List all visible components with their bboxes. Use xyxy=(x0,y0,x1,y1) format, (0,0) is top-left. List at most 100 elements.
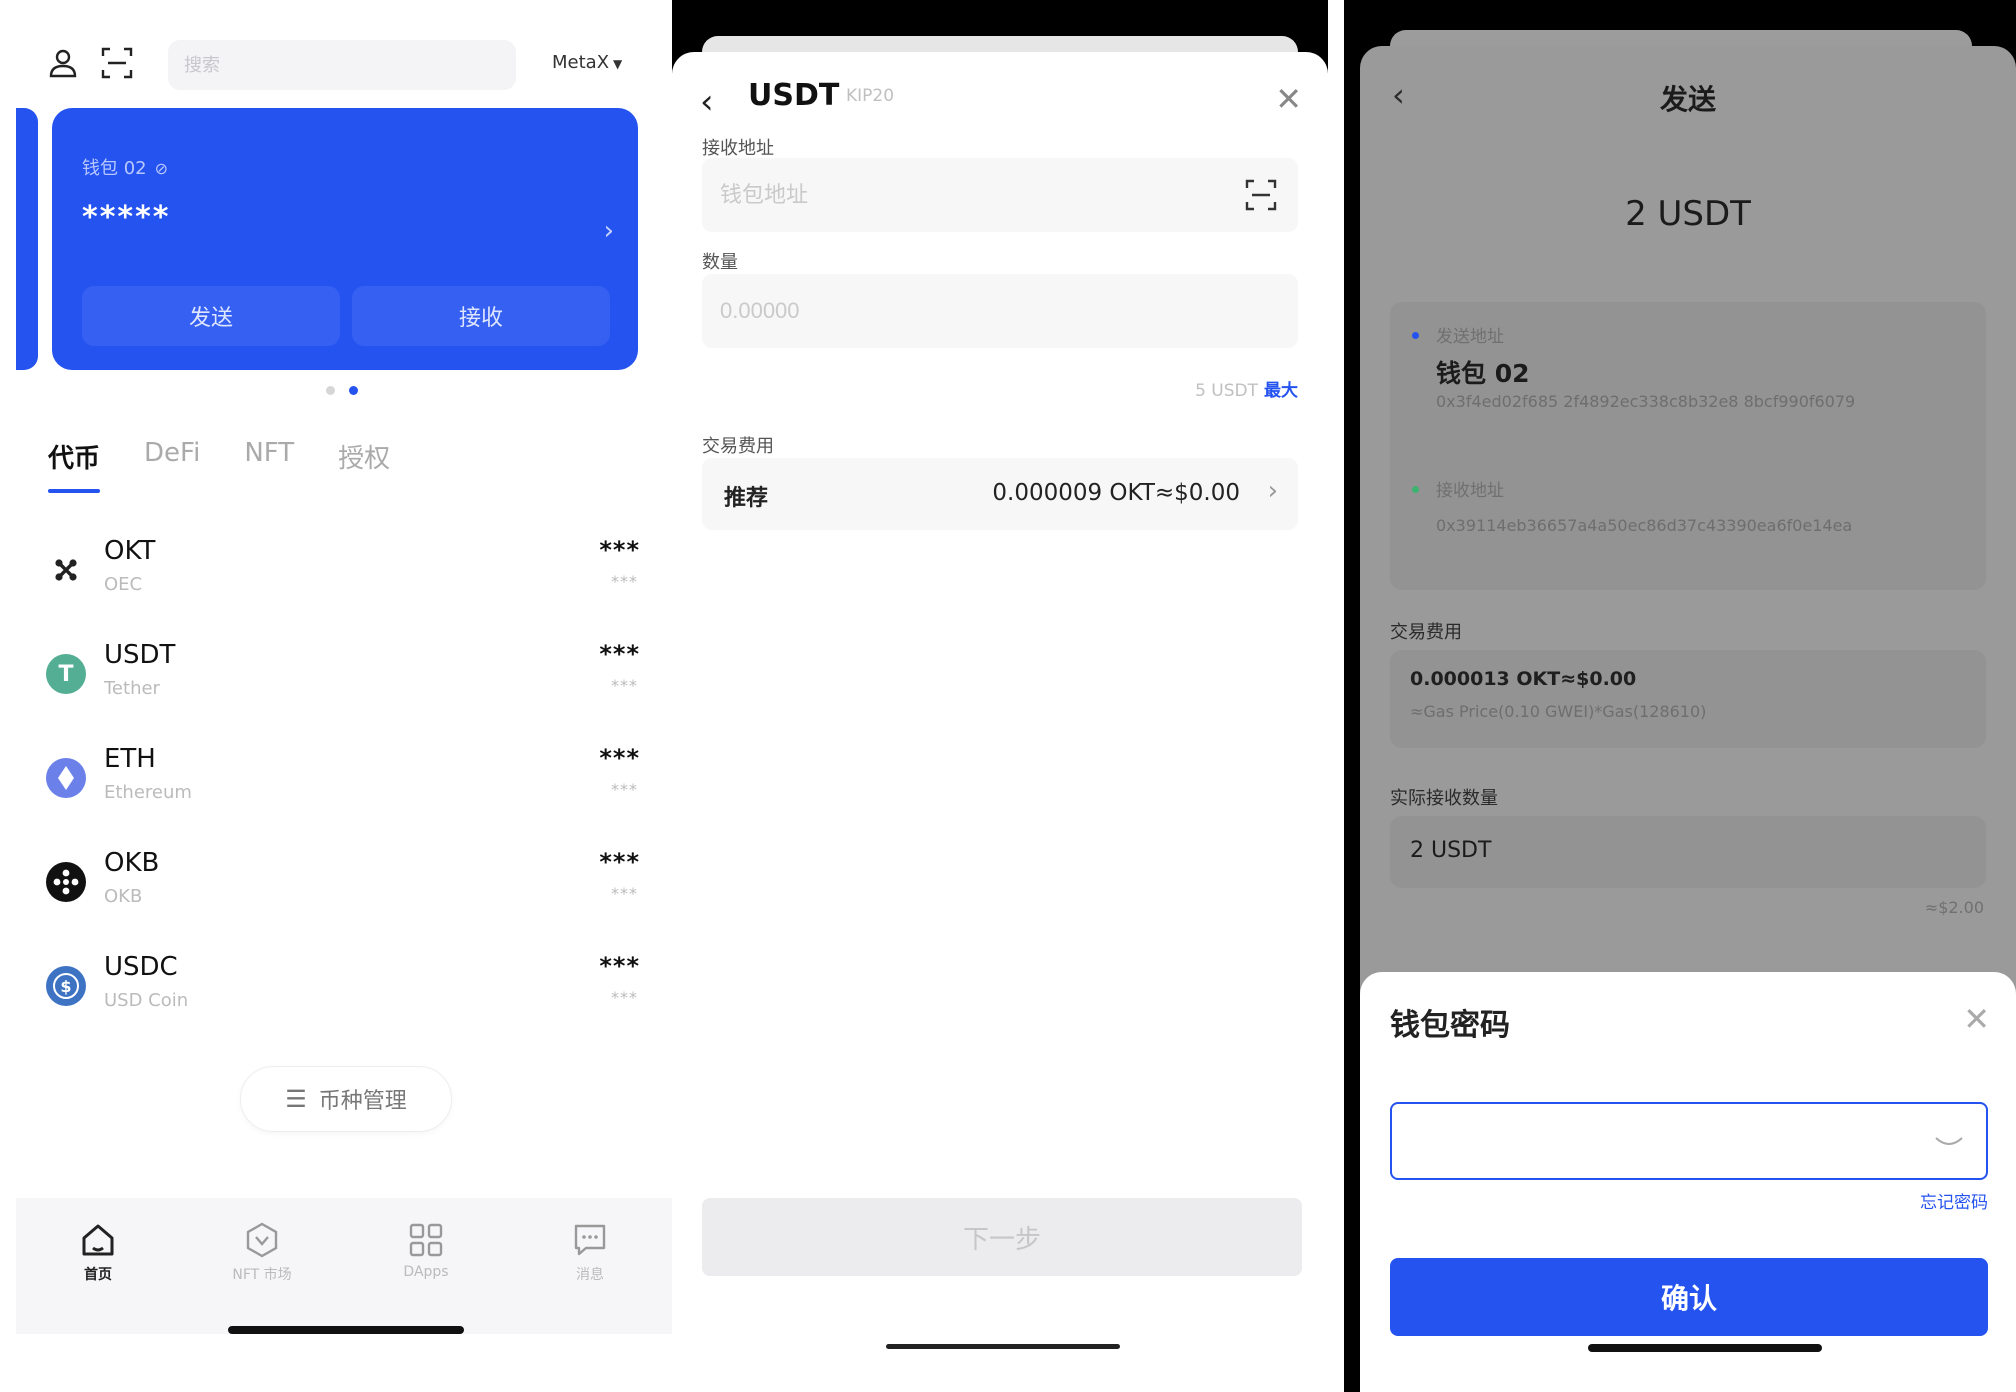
token-symbol: USDT xyxy=(104,640,176,670)
token-chain: OKB xyxy=(104,886,143,907)
recipient-address-input[interactable] xyxy=(702,158,1298,232)
receive-button[interactable]: 接收 xyxy=(352,286,610,346)
scan-icon[interactable] xyxy=(100,46,134,80)
token-row-usdc[interactable]: $ USDC USD Coin *** *** xyxy=(40,942,650,1046)
to-address: 0x39114eb36657a4a50ec86d37c43390ea6f0e14… xyxy=(1436,516,1853,535)
receive-value: 2 USDT xyxy=(1410,838,1492,863)
to-label: 接收地址 xyxy=(1436,481,1504,501)
ethereum-icon xyxy=(46,758,86,798)
home-indicator xyxy=(1588,1344,1822,1352)
from-bullet xyxy=(1412,332,1419,339)
message-icon xyxy=(574,1224,606,1256)
available-balance: 5 USDT 最大 xyxy=(1195,376,1298,401)
nav-nft-market[interactable]: NFT 市场 xyxy=(202,1220,322,1334)
from-address: 0x3f4ed02f685 2f4892ec338c8b32e8 8bcf990… xyxy=(1436,392,1856,411)
send-button[interactable]: 发送 xyxy=(82,286,340,346)
pager-dot-active[interactable] xyxy=(349,386,358,395)
receive-section-label: 实际接收数量 xyxy=(1390,788,1498,809)
nav-dapps[interactable]: DApps xyxy=(366,1220,486,1334)
token-chain: Tether xyxy=(104,678,160,699)
token-symbol: OKT xyxy=(104,536,156,566)
amount-input[interactable] xyxy=(702,274,1298,348)
search-box[interactable] xyxy=(168,40,516,90)
to-bullet xyxy=(1412,486,1419,493)
token-fiat: *** xyxy=(611,572,638,591)
home-top-bar: MetaX▼ xyxy=(0,40,672,90)
home-indicator xyxy=(228,1326,464,1334)
tab-nft[interactable]: NFT xyxy=(244,438,294,493)
from-wallet-name: 钱包 02 xyxy=(1436,359,1530,388)
fee-label: 交易费用 xyxy=(702,436,774,457)
token-balance: *** xyxy=(599,536,640,564)
bottom-nav: 首页 NFT 市场 DApps 消息 xyxy=(16,1198,672,1334)
token-balance: *** xyxy=(599,848,640,876)
previous-wallet-card[interactable] xyxy=(16,108,38,370)
okt-icon xyxy=(46,550,86,590)
tab-tokens[interactable]: 代币 xyxy=(48,438,101,493)
eye-hidden-icon[interactable]: ⊘ xyxy=(155,159,168,178)
wallet-card[interactable]: 钱包 02 ⊘ ***** › 发送 接收 xyxy=(52,108,638,370)
nav-messages[interactable]: 消息 xyxy=(530,1220,650,1334)
next-button[interactable]: 下一步 xyxy=(702,1198,1302,1276)
svg-text:$: $ xyxy=(60,977,71,996)
token-balance: *** xyxy=(599,744,640,772)
token-fiat: *** xyxy=(611,884,638,903)
token-row-okb[interactable]: OKB OKB *** *** xyxy=(40,838,650,942)
fee-value: 0.000013 OKT≈$0.00 xyxy=(1410,668,1637,690)
home-indicator xyxy=(886,1344,1120,1349)
pager-dot[interactable] xyxy=(326,386,335,395)
send-amount: 2 USDT xyxy=(1625,194,1751,234)
token-chain: USD Coin xyxy=(104,990,189,1011)
fee-selector[interactable]: 推荐 0.000009 OKT≈$0.00 › xyxy=(702,458,1298,530)
scan-icon[interactable] xyxy=(1244,178,1278,212)
send-token-title: USDT xyxy=(748,78,840,113)
search-input[interactable] xyxy=(168,40,516,90)
token-balance: *** xyxy=(599,952,640,980)
user-icon[interactable] xyxy=(46,46,80,80)
manage-tokens-button[interactable]: ☰ 币种管理 xyxy=(240,1066,452,1132)
password-field[interactable] xyxy=(1390,1102,1988,1180)
wallet-balance: ***** xyxy=(82,200,171,235)
max-button[interactable]: 最大 xyxy=(1264,381,1298,401)
tab-defi[interactable]: DeFi xyxy=(144,438,200,493)
recipient-address-field[interactable] xyxy=(702,158,1298,232)
nav-home[interactable]: 首页 xyxy=(38,1220,158,1334)
nav-label: DApps xyxy=(403,1264,449,1280)
receive-fiat: ≈$2.00 xyxy=(1924,898,1984,917)
receive-summary: 2 USDT xyxy=(1390,816,1986,888)
chevron-right-icon: › xyxy=(1267,476,1278,506)
tab-approvals[interactable]: 授权 xyxy=(338,438,390,493)
password-sheet: 钱包密码 ✕ 忘记密码 确认 xyxy=(1360,972,2016,1392)
close-icon[interactable]: ✕ xyxy=(1963,1000,1990,1038)
back-icon[interactable]: ‹ xyxy=(700,82,714,122)
password-title: 钱包密码 xyxy=(1390,1008,1510,1043)
network-selector[interactable]: MetaX ▼ xyxy=(552,52,622,73)
amount-field[interactable] xyxy=(702,274,1298,348)
password-input[interactable] xyxy=(1392,1104,1986,1178)
confirm-screen: ‹ 发送 2 USDT 发送地址 钱包 02 0x3f4ed02f685 2f4… xyxy=(1344,0,2016,1392)
forgot-password-link[interactable]: 忘记密码 xyxy=(1920,1188,1988,1213)
token-fiat: *** xyxy=(611,676,638,695)
eye-closed-icon[interactable] xyxy=(1934,1130,1964,1152)
token-chain: Ethereum xyxy=(104,782,192,803)
close-icon[interactable]: ✕ xyxy=(1275,80,1302,118)
asset-tabs: 代币 DeFi NFT 授权 xyxy=(48,438,390,493)
token-symbol: OKB xyxy=(104,848,160,878)
token-symbol: ETH xyxy=(104,744,156,774)
token-row-eth[interactable]: ETH Ethereum *** *** xyxy=(40,734,650,838)
available-amount: 5 USDT xyxy=(1195,381,1258,401)
okb-icon xyxy=(46,862,86,902)
home-icon xyxy=(82,1224,114,1256)
fee-detail: ≈Gas Price(0.10 GWEI)*Gas(128610) xyxy=(1410,702,1707,721)
confirm-button[interactable]: 确认 xyxy=(1390,1258,1988,1336)
token-fiat: *** xyxy=(611,780,638,799)
token-standard: KIP20 xyxy=(846,86,895,106)
nav-label: 消息 xyxy=(576,1267,604,1283)
amount-label: 数量 xyxy=(702,252,738,273)
token-row-usdt[interactable]: T USDT Tether *** *** xyxy=(40,630,650,734)
caret-down-icon: ▼ xyxy=(613,57,623,71)
card-pager xyxy=(326,386,358,395)
token-row-okt[interactable]: OKT OEC *** *** xyxy=(40,526,650,630)
chevron-right-icon[interactable]: › xyxy=(604,216,614,246)
nav-label: 首页 xyxy=(84,1267,112,1283)
